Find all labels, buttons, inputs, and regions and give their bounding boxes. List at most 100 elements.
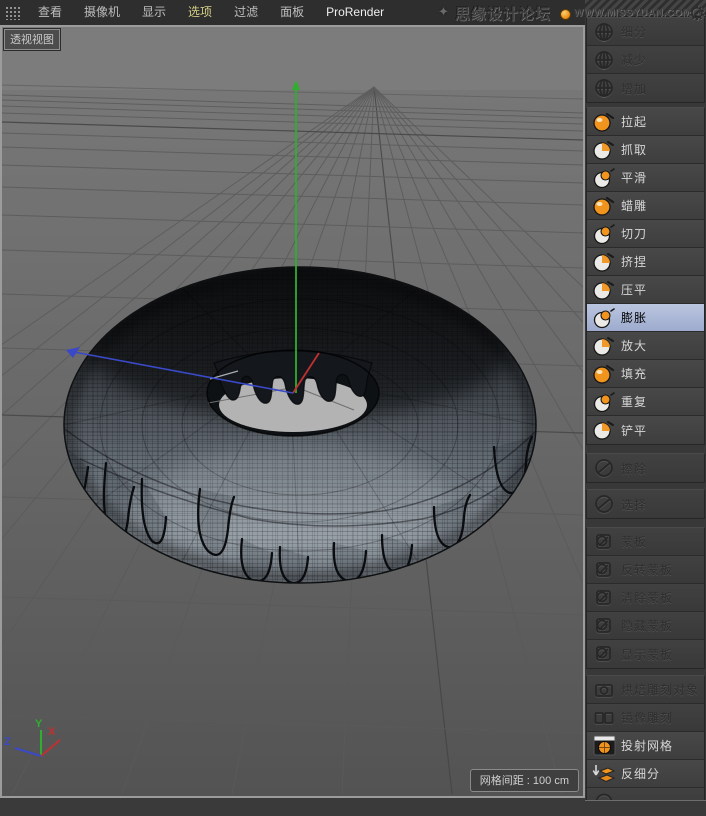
repeat-icon <box>587 391 621 413</box>
viewport-label: 透视视图 <box>4 29 60 50</box>
tool-row-wax[interactable]: 蜡雕 <box>587 192 704 220</box>
axis-label-y: Y <box>35 718 42 730</box>
sidebar-section-3: 擦除 <box>586 453 705 483</box>
tool-row-clear-mask[interactable]: 清除蒙板 <box>587 584 704 612</box>
menu-items: 查看摄像机显示选项过滤面板ProRender <box>27 0 395 25</box>
tool-row-fill[interactable]: 填充 <box>587 360 704 388</box>
tool-row-unsubdivide[interactable]: 反细分 <box>587 760 704 788</box>
tool-label: 反转蒙板 <box>621 561 673 578</box>
invert-mask-icon <box>587 559 621 581</box>
tool-row-scrape[interactable]: 铲平 <box>587 416 704 444</box>
tool-label: 细分 <box>621 23 647 40</box>
tool-label: 显示蒙板 <box>621 646 673 663</box>
tool-label: 蜡雕 <box>621 197 647 214</box>
tool-row-bake-sculpt[interactable]: 烘焙雕刻对象 <box>587 676 704 704</box>
pull-icon <box>587 111 621 133</box>
wax-icon <box>587 195 621 217</box>
tool-label: 擦除 <box>621 460 647 477</box>
sculpt-sidebar: 细分 减少 增加 拉起 抓取 平滑 蜡雕 切刀 挤捏 压平 膨胀 <box>585 0 706 801</box>
unsubdivide-icon <box>587 763 621 785</box>
tool-row-invert-mask[interactable]: 反转蒙板 <box>587 556 704 584</box>
select-icon <box>587 493 621 515</box>
decrease-icon <box>587 49 621 71</box>
tool-label: 压平 <box>621 281 647 298</box>
menu-item-7[interactable]: ProRender <box>315 0 395 25</box>
smooth-icon <box>587 167 621 189</box>
subdivide-icon <box>587 21 621 43</box>
tool-label: 减少 <box>621 51 647 68</box>
grab-icon <box>587 139 621 161</box>
axis-label-x: X <box>48 726 55 738</box>
menu-item-5[interactable]: 过滤 <box>223 0 269 25</box>
tool-row-knife[interactable]: 切刀 <box>587 220 704 248</box>
fill-icon <box>587 363 621 385</box>
hide-mask-icon <box>587 615 621 637</box>
tool-row-subdivide[interactable]: 细分 <box>587 18 704 46</box>
sidebar-section-5: 蒙板 反转蒙板 清除蒙板 隐藏蒙板 显示蒙板 <box>586 527 705 669</box>
erase-icon <box>587 457 621 479</box>
tool-label: 投射网格 <box>621 737 673 754</box>
tool-row-mask[interactable]: 蒙板 <box>587 528 704 556</box>
tool-label: 隐藏蒙板 <box>621 617 673 634</box>
menu-item-2[interactable]: 摄像机 <box>73 0 131 25</box>
flatten-icon <box>587 279 621 301</box>
tool-label: 平滑 <box>621 169 647 186</box>
sidebar-section-4: 选择 <box>586 489 705 519</box>
tool-row-smooth[interactable]: 平滑 <box>587 164 704 192</box>
increase-icon <box>587 77 621 99</box>
tool-row-grab[interactable]: 抓取 <box>587 136 704 164</box>
tool-label: 放大 <box>621 337 647 354</box>
tool-row-hide-mask[interactable]: 隐藏蒙板 <box>587 612 704 640</box>
sidebar-section-1: 细分 减少 增加 <box>586 17 705 103</box>
mask-icon <box>587 531 621 553</box>
tool-label: 抓取 <box>621 141 647 158</box>
axis-label-z: Z <box>4 736 11 748</box>
menu-item-6[interactable]: 面板 <box>269 0 315 25</box>
tool-label: 反细分 <box>621 765 660 782</box>
grid-spacing-badge: 网格间距 : 100 cm <box>470 769 579 792</box>
tool-label: 蒙板 <box>621 533 647 550</box>
tool-label: 挤捏 <box>621 253 647 270</box>
tool-row-pinch[interactable]: 挤捏 <box>587 248 704 276</box>
tool-row-show-mask[interactable]: 显示蒙板 <box>587 640 704 668</box>
show-mask-icon <box>587 643 621 665</box>
tool-row-flatten[interactable]: 压平 <box>587 276 704 304</box>
tool-row-inflate[interactable]: 膨胀 <box>587 304 704 332</box>
tool-row-project-mesh[interactable]: 投射网格 <box>587 732 704 760</box>
grid-handle-icon[interactable] <box>4 5 21 20</box>
tool-row-partial-row[interactable] <box>587 788 704 801</box>
tool-row-pull[interactable]: 拉起 <box>587 108 704 136</box>
scrape-icon <box>587 419 621 441</box>
inflate-icon <box>587 307 621 329</box>
tool-label: 拉起 <box>621 113 647 130</box>
clear-mask-icon <box>587 587 621 609</box>
knife-icon <box>587 223 621 245</box>
tool-label: 铲平 <box>621 422 647 439</box>
tool-row-mirror-sculpt[interactable]: 镜像雕刻 <box>587 704 704 732</box>
tool-row-decrease[interactable]: 减少 <box>587 46 704 74</box>
tool-row-amplify[interactable]: 放大 <box>587 332 704 360</box>
sidebar-section-2: 拉起 抓取 平滑 蜡雕 切刀 挤捏 压平 膨胀 放大 填充 <box>586 107 705 445</box>
tool-label: 烘焙雕刻对象 <box>621 681 699 698</box>
menu-item-3[interactable]: 显示 <box>131 0 177 25</box>
sidebar-drag-handle[interactable] <box>585 0 706 17</box>
project-mesh-icon <box>587 735 621 756</box>
viewport-3d[interactable]: 透视视图 网格间距 : 100 cm Y X Z <box>0 25 585 798</box>
partial-row-icon <box>587 791 621 801</box>
tool-label: 选择 <box>621 496 647 513</box>
tool-row-increase[interactable]: 增加 <box>587 74 704 102</box>
scene-canvas[interactable] <box>2 27 583 796</box>
mirror-sculpt-icon <box>587 707 621 729</box>
tool-label: 清除蒙板 <box>621 589 673 606</box>
menu-item-1[interactable]: 查看 <box>27 0 73 25</box>
axis-gizmo: Y X Z <box>2 718 92 778</box>
tool-label: 镜像雕刻 <box>621 709 673 726</box>
tool-label: 重复 <box>621 393 647 410</box>
bake-sculpt-icon <box>587 679 621 701</box>
pinch-icon <box>587 251 621 273</box>
menu-item-4[interactable]: 选项 <box>177 0 223 25</box>
tool-row-erase[interactable]: 擦除 <box>587 454 704 482</box>
sky-band <box>2 27 583 90</box>
tool-row-repeat[interactable]: 重复 <box>587 388 704 416</box>
tool-row-select[interactable]: 选择 <box>587 490 704 518</box>
